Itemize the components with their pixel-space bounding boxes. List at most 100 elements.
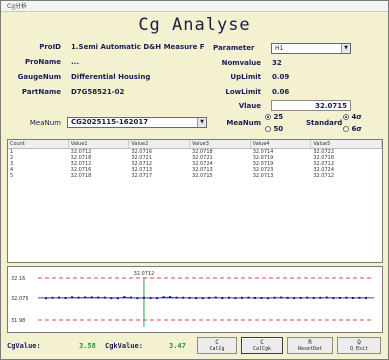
meanum-radio-50[interactable]: 50: [265, 125, 283, 133]
standard-label: Standard: [306, 119, 343, 127]
data-point: [214, 296, 217, 299]
calcg-button[interactable]: C CalCg: [197, 337, 237, 354]
proid-label: ProID: [39, 43, 61, 51]
gaugenum-label: GaugeNum: [17, 73, 61, 81]
data-point: [129, 296, 132, 299]
data-point: [208, 296, 211, 299]
vlaue-field[interactable]: 32.0715: [271, 100, 351, 111]
data-point: [71, 296, 74, 299]
y-tick-label: 31.98: [11, 318, 25, 324]
meanum-opt-25-label: 25: [273, 113, 284, 121]
uplimit-field[interactable]: 0.09: [269, 72, 351, 83]
table-cell: 32.0717: [131, 173, 153, 179]
gaugenum-value: Differential Housing: [71, 73, 151, 81]
table-cell: 32.0713: [252, 173, 274, 179]
data-point: [84, 296, 87, 299]
cg-analyse-window: Cg分析 Cg Analyse ProID 1.Semi Automatic D…: [0, 0, 389, 360]
run-chart-svg: 32.16 32.075 31.98 32.0712: [11, 271, 374, 327]
exit-button[interactable]: Q Q Exit: [337, 337, 381, 354]
annotation-label: 32.0712: [134, 271, 155, 277]
nomvalue-field[interactable]: 32: [269, 58, 351, 69]
column-header: Value5: [311, 140, 382, 148]
partname-value: D7G58521-02: [71, 88, 125, 96]
y-tick-label: 32.075: [11, 296, 29, 302]
table-cell: 5: [10, 173, 14, 179]
data-point: [182, 296, 185, 299]
column-header: Count: [8, 140, 69, 148]
lowlimit-field[interactable]: 0.06: [269, 87, 351, 98]
resetdat-button[interactable]: R ResetDat: [287, 337, 333, 354]
column-header: Value2: [129, 140, 191, 148]
meanum-label: MeaNum: [29, 119, 61, 127]
window-titlebar: Cg分析: [1, 1, 388, 12]
table-cell: 32.0718: [70, 173, 92, 179]
radio-icon[interactable]: [265, 126, 271, 132]
radio-selected-icon[interactable]: [343, 114, 349, 120]
table-row[interactable]: 5 32.0718 32.0717 32.0715 32.0713 32.0712: [8, 173, 382, 179]
chevron-down-icon[interactable]: ▼: [197, 118, 206, 127]
radio-icon[interactable]: [343, 126, 349, 132]
standard-opt-6-label: 6σ: [351, 125, 362, 133]
meanum-radio-label: MeaNum: [226, 119, 261, 127]
data-point: [110, 297, 113, 300]
data-point: [338, 296, 341, 299]
data-point: [221, 297, 224, 300]
data-point: [319, 296, 322, 299]
parameter-select[interactable]: H1 ▼: [271, 43, 351, 54]
data-point: [325, 296, 328, 299]
data-point: [260, 297, 263, 300]
partname-label: PartName: [21, 88, 61, 96]
data-point: [149, 297, 152, 300]
data-point: [286, 296, 289, 299]
chevron-down-icon[interactable]: ▼: [341, 44, 350, 53]
table-header: Count Value1 Value2 Value3 Value4 Value5: [8, 140, 382, 149]
proname-value: ...: [71, 58, 79, 66]
resetdat-button-label: ResetDat: [297, 346, 323, 352]
data-point: [234, 297, 237, 300]
measurement-table[interactable]: Count Value1 Value2 Value3 Value4 Value5…: [7, 139, 383, 263]
table-cell: 32.0715: [192, 173, 213, 179]
data-point: [169, 296, 172, 299]
vlaue-label: Vlaue: [238, 102, 261, 110]
exit-button-label: Q Exit: [349, 346, 369, 352]
standard-radio-4sigma[interactable]: 4σ: [343, 113, 362, 121]
data-point: [293, 297, 296, 300]
parameter-label: Parameter: [213, 44, 255, 52]
data-point: [240, 296, 243, 299]
lowlimit-label: LowLimit: [225, 88, 261, 96]
data-point: [280, 296, 283, 299]
data-point: [358, 296, 361, 299]
cg-label: CgValue:: [7, 342, 41, 350]
proid-value: 1.Semi Automatic D&H Measure F: [71, 43, 205, 51]
data-point: [253, 296, 256, 299]
cg-run-chart: 32.16 32.075 31.98 32.0712: [7, 266, 383, 333]
calcgk-button[interactable]: C CalCgk: [241, 337, 283, 354]
data-point: [345, 296, 348, 299]
data-point: [188, 296, 191, 299]
data-point: [156, 297, 159, 300]
data-point: [201, 297, 204, 300]
table-body: 1 32.0712 32.0716 32.0718 32.0714 32.0722 2 32.…: [8, 149, 382, 179]
parameter-select-value: H1: [275, 45, 284, 52]
data-point: [97, 296, 100, 299]
meanum-select[interactable]: CG2025115-162017 ▼: [67, 117, 207, 128]
data-point: [162, 296, 165, 299]
y-tick-label: 32.16: [11, 276, 25, 282]
data-point: [90, 296, 93, 299]
meanum-radio-25[interactable]: 25: [265, 113, 283, 121]
calcg-button-label: CalCg: [209, 346, 225, 352]
page-title: Cg Analyse: [138, 15, 251, 35]
radio-selected-icon[interactable]: [265, 114, 271, 120]
data-point: [58, 296, 61, 299]
data-point: [64, 297, 67, 300]
data-point: [227, 296, 230, 299]
uplimit-label: UpLimit: [230, 73, 261, 81]
data-point: [51, 296, 54, 299]
meanum-opt-50-label: 50: [273, 125, 284, 133]
data-point: [351, 297, 354, 300]
calcgk-button-label: CalCgk: [252, 346, 272, 352]
data-point: [332, 297, 335, 300]
table-cell: 32.0712: [313, 173, 335, 179]
data-point: [142, 296, 145, 299]
standard-radio-6sigma[interactable]: 6σ: [343, 125, 362, 133]
